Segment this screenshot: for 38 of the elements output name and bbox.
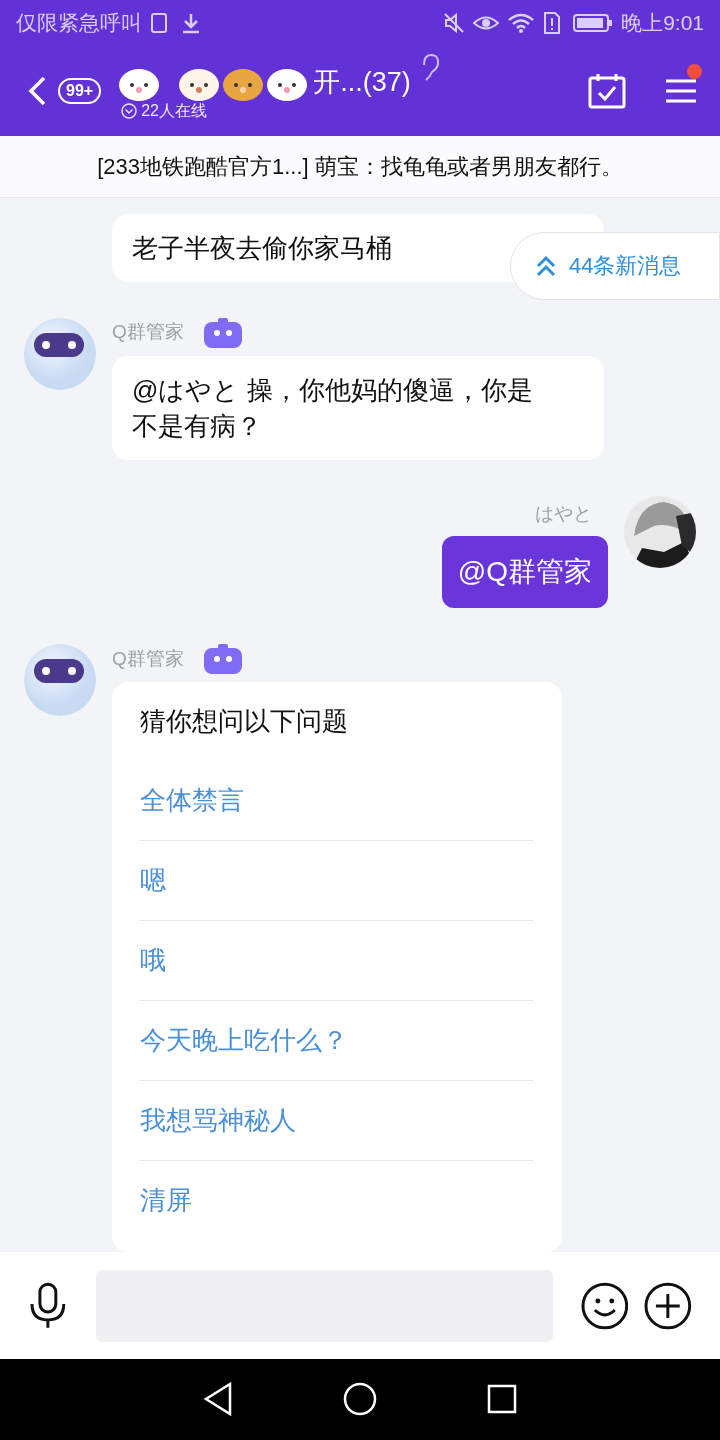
chevron-down-icon bbox=[121, 102, 138, 119]
menu-icon[interactable] bbox=[666, 77, 696, 104]
back-icon[interactable] bbox=[28, 75, 46, 106]
download-icon bbox=[180, 11, 202, 34]
back-nav-icon[interactable] bbox=[203, 1382, 233, 1417]
group-title[interactable]: 开...(37) bbox=[313, 62, 411, 103]
robot-avatar[interactable] bbox=[24, 644, 96, 717]
message-bubble: @Q群管家 bbox=[441, 536, 608, 609]
suggestion-title: 猜你想问以下问题 bbox=[140, 705, 349, 739]
sender-name: はやと bbox=[535, 501, 592, 526]
suggestion-link[interactable]: 哦 bbox=[140, 921, 166, 1001]
plus-icon[interactable] bbox=[644, 1281, 692, 1330]
unread-badge[interactable]: 99+ bbox=[58, 77, 102, 104]
sim-icon bbox=[543, 10, 562, 35]
home-nav-icon[interactable] bbox=[343, 1382, 377, 1417]
calendar-check-icon[interactable] bbox=[588, 72, 626, 109]
sender-name: Q群管家 bbox=[112, 646, 184, 671]
suggestion-link[interactable]: 我想骂神秘人 bbox=[140, 1081, 296, 1161]
microphone-icon[interactable] bbox=[28, 1281, 68, 1330]
double-chevron-up-icon bbox=[535, 253, 557, 278]
mute-icon bbox=[443, 11, 466, 34]
sender-name: Q群管家 bbox=[112, 320, 184, 345]
suggestion-link[interactable]: 嗯 bbox=[140, 841, 166, 921]
recents-nav-icon[interactable] bbox=[487, 1384, 517, 1415]
suggestion-link[interactable]: 清屏 bbox=[140, 1161, 192, 1241]
new-messages-pill[interactable]: 44条新消息 bbox=[510, 231, 720, 300]
wifi-icon bbox=[507, 11, 536, 34]
clock-text: 晚上9:01 bbox=[621, 10, 704, 36]
message-bubble: @はやと 操，你他妈的傻逼，你是不是有病？ bbox=[112, 355, 604, 460]
battery-icon bbox=[573, 12, 614, 33]
suggestion-link[interactable]: 全体禁言 bbox=[140, 761, 244, 841]
pinned-banner[interactable]: [233地铁跑酷官方1...] 萌宝：找龟龟或者男朋友都行。 bbox=[0, 136, 720, 198]
robot-avatar[interactable] bbox=[24, 317, 96, 390]
suggestion-link[interactable]: 今天晚上吃什么？ bbox=[140, 1001, 348, 1081]
online-count[interactable]: 22人在线 bbox=[141, 98, 207, 123]
carrier-text: 仅限紧急呼叫 bbox=[16, 10, 142, 36]
emoji-icon[interactable] bbox=[580, 1281, 629, 1330]
document-icon bbox=[150, 11, 168, 34]
